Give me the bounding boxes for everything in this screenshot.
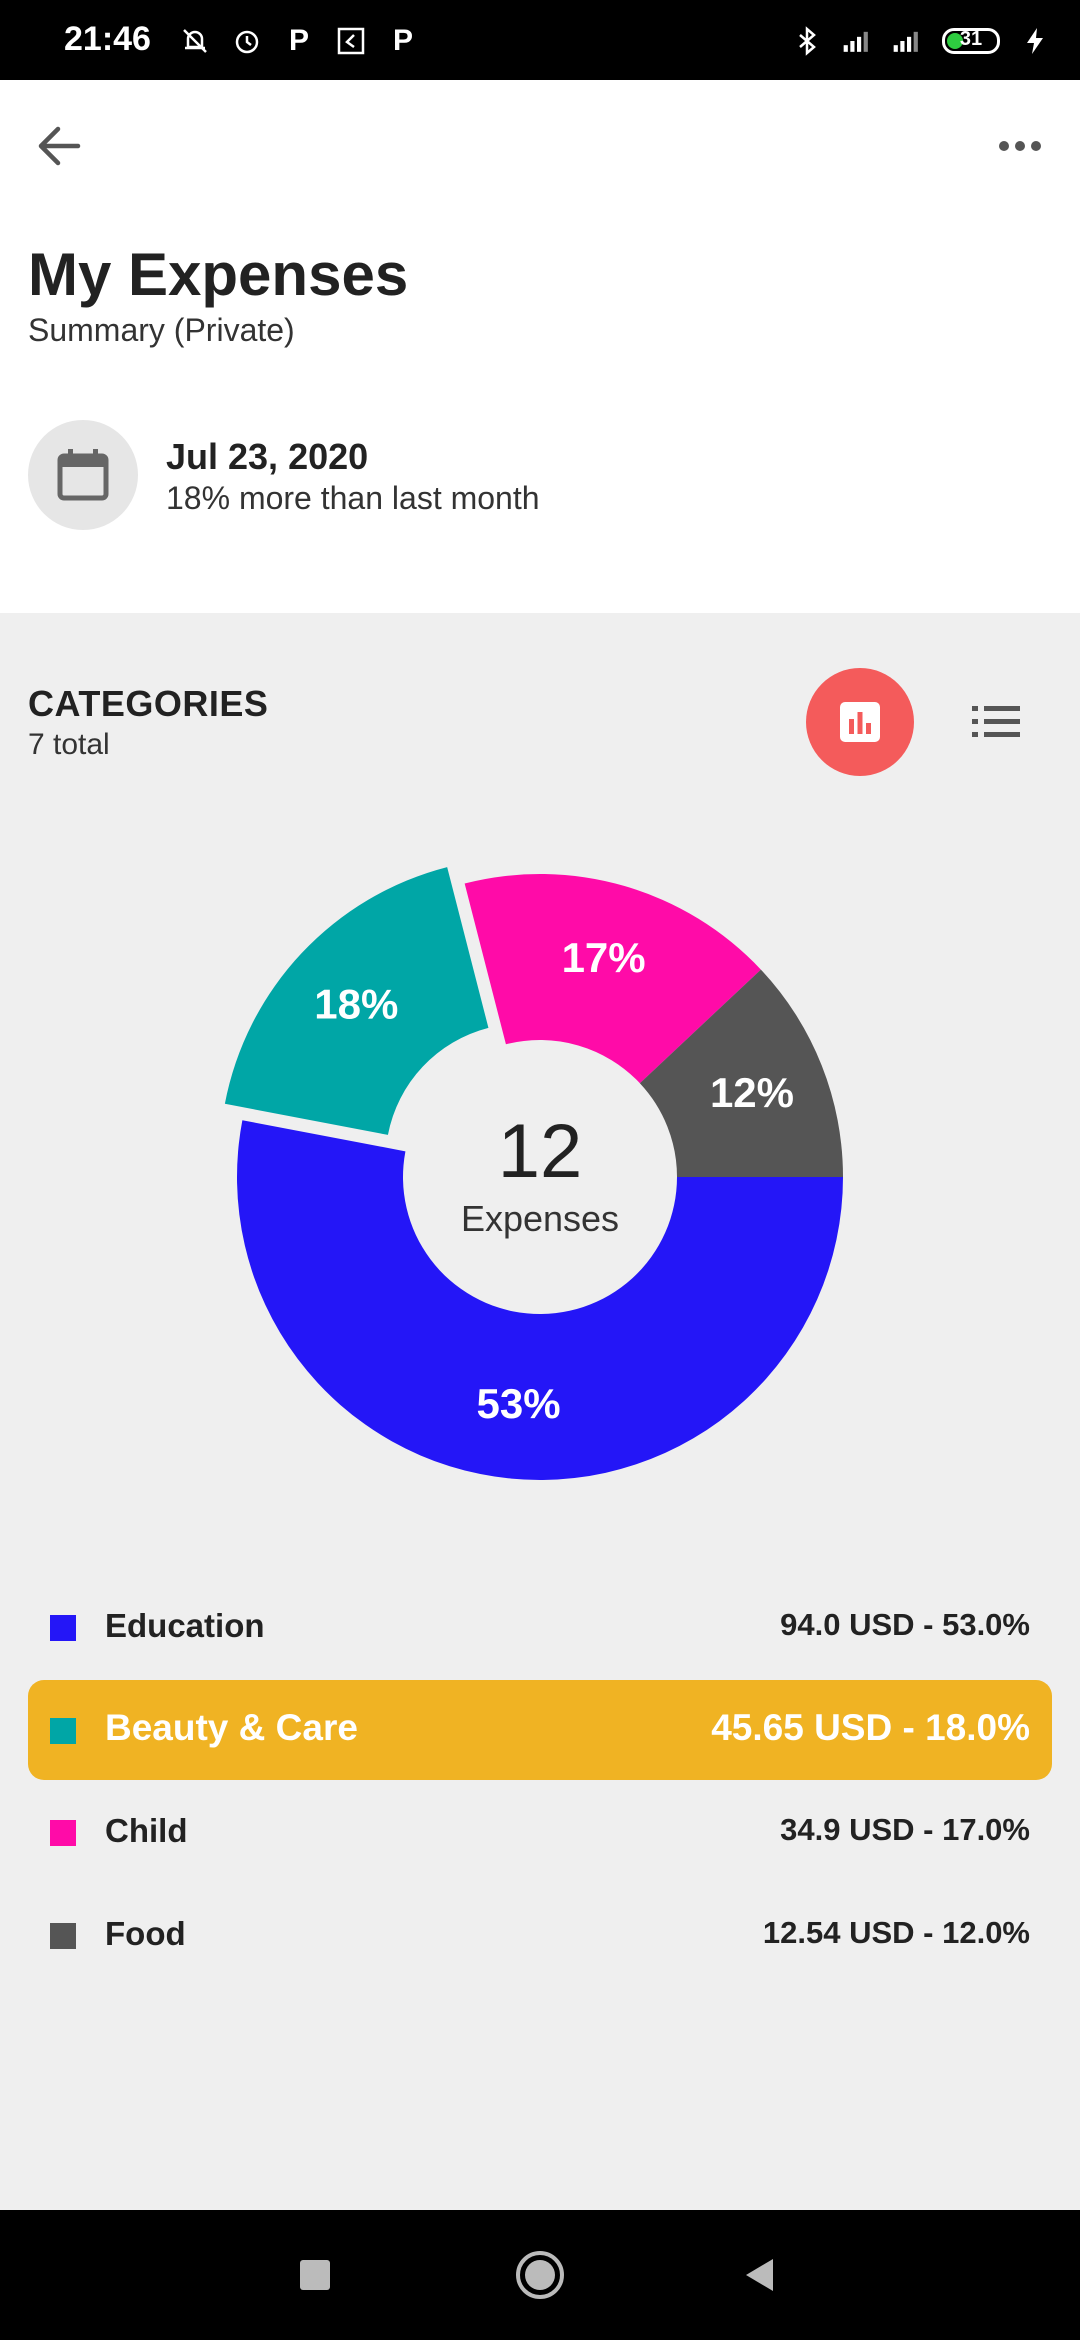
legend-name: Education xyxy=(105,1607,265,1644)
legend-swatch xyxy=(50,1718,76,1744)
signal-icon xyxy=(892,26,922,56)
categories-title: CATEGORIES xyxy=(28,683,269,724)
status-bar: 21:46 P P 31 xyxy=(0,0,1080,80)
status-icons-left: P P xyxy=(180,26,418,56)
summary-header: My Expenses Summary (Private) Jul 23, 20… xyxy=(0,80,1080,613)
donut-center-label: Expenses xyxy=(460,1198,620,1239)
legend-value: 45.65 USD - 18.0% xyxy=(711,1707,1030,1748)
back-nav-button[interactable] xyxy=(730,2245,790,2305)
alarm-icon xyxy=(232,26,262,56)
legend-value: 12.54 USD - 12.0% xyxy=(762,1915,1030,1950)
legend-swatch xyxy=(50,1820,76,1846)
square-icon xyxy=(300,2260,330,2290)
status-icons-right: 31 xyxy=(792,26,1050,56)
date-label: Jul 23, 2020 xyxy=(166,436,369,477)
legend-name: Food xyxy=(105,1915,186,1952)
legend-row-food[interactable]: Food 12.54 USD - 12.0% xyxy=(28,1885,1052,1985)
app-icon xyxy=(336,26,366,56)
list-view-button[interactable] xyxy=(966,695,1026,749)
recents-button[interactable] xyxy=(285,2245,345,2305)
battery-level: 31 xyxy=(959,28,983,50)
circle-icon xyxy=(516,2251,564,2299)
legend-row-education[interactable]: Education 94.0 USD - 53.0% xyxy=(28,1577,1052,1677)
donut-slice-label: 18% xyxy=(314,980,398,1027)
donut-center-number: 12 xyxy=(497,1109,583,1194)
arrow-left-icon xyxy=(38,126,81,166)
donut-slice-label: 53% xyxy=(477,1380,561,1427)
legend-swatch xyxy=(50,1615,76,1641)
calendar-icon xyxy=(57,449,109,501)
page-subtitle: Summary (Private) xyxy=(28,312,295,348)
calendar-button[interactable] xyxy=(28,420,138,530)
more-options-button[interactable] xyxy=(990,116,1050,176)
comparison-text: 18% more than last month xyxy=(166,480,540,516)
signal-icon xyxy=(842,26,872,56)
chart-view-button[interactable] xyxy=(806,668,914,776)
list-icon xyxy=(972,706,1020,737)
back-button[interactable] xyxy=(30,116,90,176)
p-icon: P xyxy=(392,24,413,57)
bar-chart-icon xyxy=(840,702,880,742)
legend-name: Beauty & Care xyxy=(105,1707,358,1748)
legend-row-child[interactable]: Child 34.9 USD - 17.0% xyxy=(28,1782,1052,1882)
page-title: My Expenses xyxy=(28,241,409,308)
donut-slice-label: 17% xyxy=(562,934,646,981)
status-time: 21:46 xyxy=(64,20,151,58)
navigation-bar xyxy=(0,2210,1080,2340)
legend-value: 34.9 USD - 17.0% xyxy=(780,1812,1030,1847)
bluetooth-icon xyxy=(792,26,822,56)
legend-value: 94.0 USD - 53.0% xyxy=(780,1607,1030,1642)
mute-bell-icon xyxy=(180,26,210,56)
more-horizontal-icon xyxy=(999,141,1041,151)
charging-icon xyxy=(1020,26,1050,56)
home-button[interactable] xyxy=(510,2245,570,2305)
p-icon: P xyxy=(288,24,309,57)
triangle-back-icon xyxy=(746,2259,773,2291)
legend-row-beauty-care[interactable]: Beauty & Care 45.65 USD - 18.0% xyxy=(28,1680,1052,1780)
legend-swatch xyxy=(50,1923,76,1949)
legend-name: Child xyxy=(105,1812,188,1849)
categories-count: 7 total xyxy=(28,728,110,761)
battery-icon: 31 xyxy=(942,28,1000,54)
